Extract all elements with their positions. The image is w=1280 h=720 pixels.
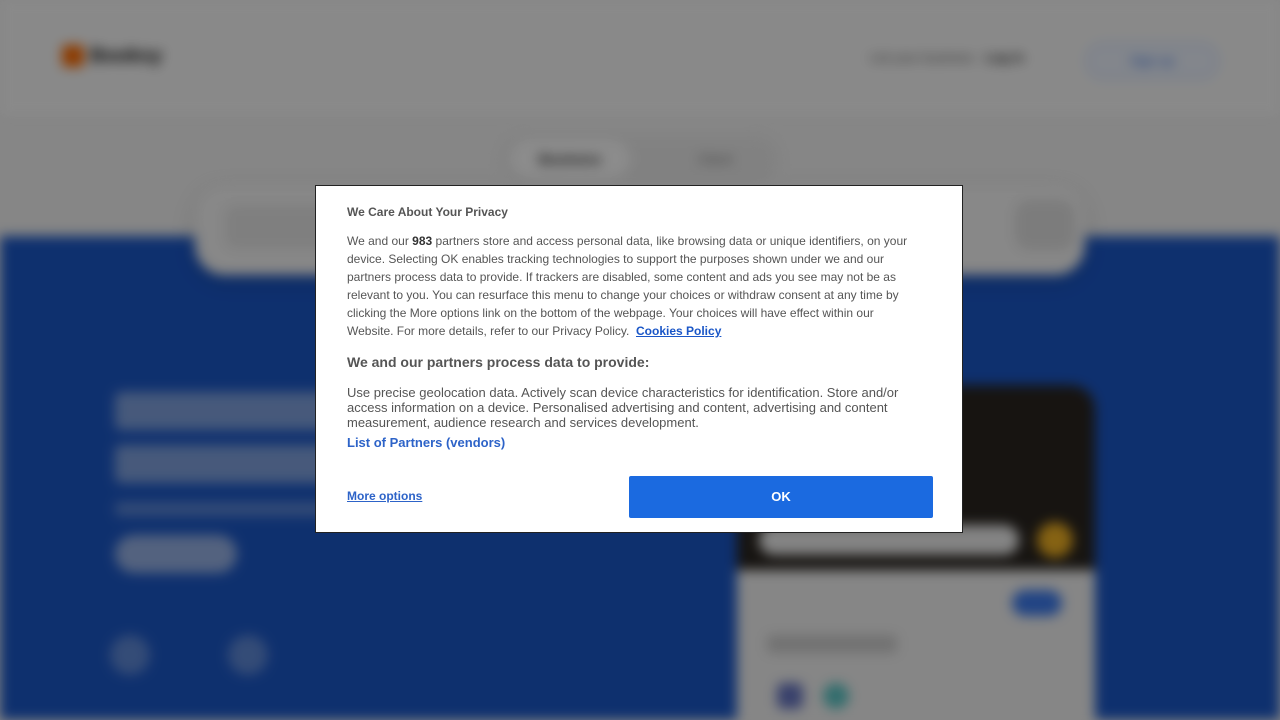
ok-button[interactable]: OK bbox=[629, 476, 933, 518]
more-options-link[interactable]: More options bbox=[347, 489, 422, 503]
intro-text-rest: partners store and access personal data,… bbox=[347, 234, 908, 338]
dialog-intro-text: We and our 983 partners store and access… bbox=[347, 232, 917, 340]
dialog-subheading: We and our partners process data to prov… bbox=[347, 354, 650, 370]
cookies-policy-link[interactable]: Cookies Policy bbox=[636, 324, 721, 338]
privacy-consent-dialog: We Care About Your Privacy We and our 98… bbox=[315, 185, 963, 533]
partners-list-link[interactable]: List of Partners (vendors) bbox=[347, 435, 505, 450]
intro-text-start: We and our bbox=[347, 234, 413, 248]
dialog-title: We Care About Your Privacy bbox=[347, 205, 508, 219]
partner-count: 983 bbox=[412, 234, 433, 248]
purposes-text: Use precise geolocation data. Actively s… bbox=[347, 385, 899, 430]
page: Booksy List your business Log in Sign up… bbox=[0, 0, 1280, 720]
